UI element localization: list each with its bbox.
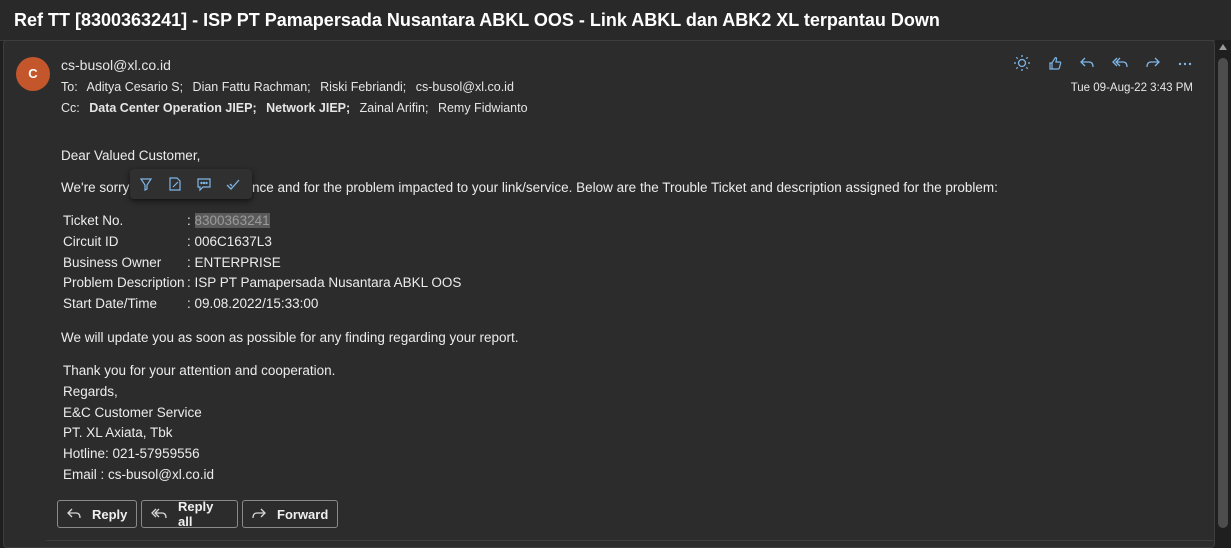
recipient[interactable]: Dian Fattu Rachman;	[193, 80, 311, 94]
cc-recipient[interactable]: Network JIEP;	[266, 101, 350, 115]
intro-end: nce and for the problem impacted to your…	[252, 180, 998, 195]
greeting: Dear Valued Customer,	[61, 148, 201, 163]
start-value: : 09.08.2022/15:33:00	[187, 296, 319, 311]
like-icon[interactable]	[1043, 51, 1067, 75]
closing-line: PT. XL Axiata, Tbk	[63, 425, 173, 440]
reply-button[interactable]: Reply	[57, 500, 137, 528]
sender-email[interactable]: cs-busol@xl.co.id	[61, 57, 171, 73]
reply-all-icon[interactable]	[1108, 51, 1132, 75]
intro-start: We're sorry	[61, 180, 130, 195]
problem-label: Problem Description	[63, 275, 185, 290]
scrollbar[interactable]	[1215, 40, 1231, 548]
highlight-icon[interactable]	[135, 173, 157, 195]
scroll-up-icon[interactable]	[1219, 44, 1227, 50]
cc-line: Cc: Data Center Operation JIEP; Network …	[61, 101, 534, 115]
divider	[46, 540, 1214, 541]
closing-line: Email : cs-busol@xl.co.id	[63, 467, 214, 482]
more-icon[interactable]	[1173, 51, 1197, 75]
circuit-value: : 006C1637L3	[187, 234, 272, 249]
forward-icon	[251, 507, 267, 521]
check-icon[interactable]	[222, 173, 244, 195]
email-subject: Ref TT [8300363241] - ISP PT Pamapersada…	[14, 10, 940, 30]
recipient[interactable]: cs-busol@xl.co.id	[416, 80, 514, 94]
cc-recipient[interactable]: Remy Fidwianto	[438, 101, 528, 115]
problem-value: : ISP PT Pamapersada Nusantara ABKL OOS	[187, 275, 462, 290]
closing-line: E&C Customer Service	[63, 405, 202, 420]
owner-value: : ENTERPRISE	[187, 255, 281, 270]
ticket-number[interactable]: 8300363241	[194, 213, 270, 228]
closing-line: Regards,	[63, 384, 118, 399]
reply-all-label: Reply all	[178, 499, 214, 529]
recipient[interactable]: Riski Febriandi;	[320, 80, 406, 94]
closing-line: Hotline: 021-57959556	[63, 446, 200, 461]
reply-icon	[66, 507, 82, 521]
scroll-thumb[interactable]	[1218, 58, 1228, 528]
reply-icon[interactable]	[1075, 51, 1099, 75]
to-label: To:	[61, 80, 78, 94]
sent-date: Tue 09-Aug-22 3:43 PM	[1070, 82, 1193, 94]
forward-label: Forward	[277, 506, 329, 522]
reply-all-button[interactable]: Reply all	[141, 499, 238, 529]
floating-toolbar	[130, 169, 252, 199]
forward-icon[interactable]	[1141, 51, 1165, 75]
reply-label: Reply	[92, 506, 128, 522]
sender-avatar[interactable]: C	[16, 57, 50, 91]
ticket-colon: :	[187, 213, 195, 228]
update-line: We will update you as soon as possible f…	[61, 330, 519, 345]
cc-recipient[interactable]: Zainal Arifin;	[360, 101, 429, 115]
circuit-label: Circuit ID	[63, 234, 119, 249]
to-line: To: Aditya Cesario S; Dian Fattu Rachman…	[61, 80, 520, 94]
closing-line: Thank you for your attention and coopera…	[63, 363, 336, 378]
edit-note-icon[interactable]	[164, 173, 186, 195]
ticket-label: Ticket No.	[63, 213, 124, 228]
recipient[interactable]: Aditya Cesario S;	[86, 80, 183, 94]
subject-bar: Ref TT [8300363241] - ISP PT Pamapersada…	[0, 0, 1231, 41]
owner-label: Business Owner	[63, 255, 162, 270]
sun-icon[interactable]	[1010, 51, 1034, 75]
reply-all-icon	[150, 507, 168, 521]
ticket-value: : 8300363241	[187, 213, 270, 228]
forward-button[interactable]: Forward	[242, 500, 338, 528]
cc-label: Cc:	[61, 101, 80, 115]
cc-recipient[interactable]: Data Center Operation JIEP;	[89, 101, 256, 115]
comment-icon[interactable]	[193, 173, 215, 195]
message-actions	[1008, 51, 1198, 75]
start-label: Start Date/Time	[63, 296, 158, 311]
